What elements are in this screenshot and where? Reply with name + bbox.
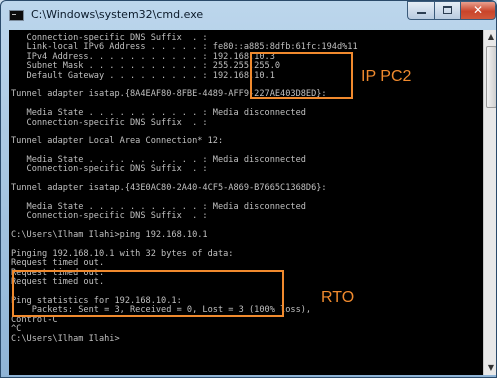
window-title: C:\Windows\system32\cmd.exe bbox=[31, 8, 204, 21]
rto-label: RTO bbox=[321, 289, 355, 306]
console-line: Connection-specific DNS Suffix . : bbox=[11, 164, 208, 175]
console-line: Tunnel adapter isatap.{43E0AC80-2A40-4CF… bbox=[11, 183, 327, 194]
scroll-thumb[interactable] bbox=[486, 46, 496, 108]
cmd-window: C:\Windows\system32\cmd.exe ✕ Connection… bbox=[0, 0, 497, 378]
scroll-down-arrow-icon[interactable]: ▼ bbox=[484, 361, 496, 375]
ip-pc2-label: IP PC2 bbox=[361, 68, 412, 85]
console-line: C:\Users\Ilham Ilahi> bbox=[11, 333, 120, 344]
console-line: Connection-specific DNS Suffix . : bbox=[11, 117, 208, 128]
console-output[interactable]: Connection-specific DNS Suffix . : Link-… bbox=[9, 30, 483, 375]
console-line: C:\Users\Ilham Ilahi>ping 192.168.10.1 bbox=[11, 230, 208, 241]
close-button[interactable]: ✕ bbox=[460, 1, 496, 20]
rto-highlight-box bbox=[12, 270, 284, 317]
scroll-up-arrow-icon[interactable]: ▲ bbox=[484, 30, 496, 44]
minimize-button[interactable] bbox=[407, 1, 434, 20]
console-app-icon bbox=[9, 10, 24, 21]
minimize-icon bbox=[417, 12, 426, 14]
ip-highlight-box bbox=[250, 52, 353, 99]
close-icon: ✕ bbox=[472, 3, 484, 17]
vertical-scrollbar[interactable]: ▲ ▼ bbox=[483, 30, 496, 375]
maximize-icon bbox=[443, 6, 452, 14]
maximize-button[interactable] bbox=[434, 1, 460, 20]
console-line: Connection-specific DNS Suffix . : bbox=[11, 211, 208, 222]
console-line: Control-C bbox=[11, 314, 58, 325]
title-bar[interactable]: C:\Windows\system32\cmd.exe ✕ bbox=[1, 1, 496, 29]
console-line: Tunnel adapter Local Area Connection* 12… bbox=[11, 136, 224, 147]
